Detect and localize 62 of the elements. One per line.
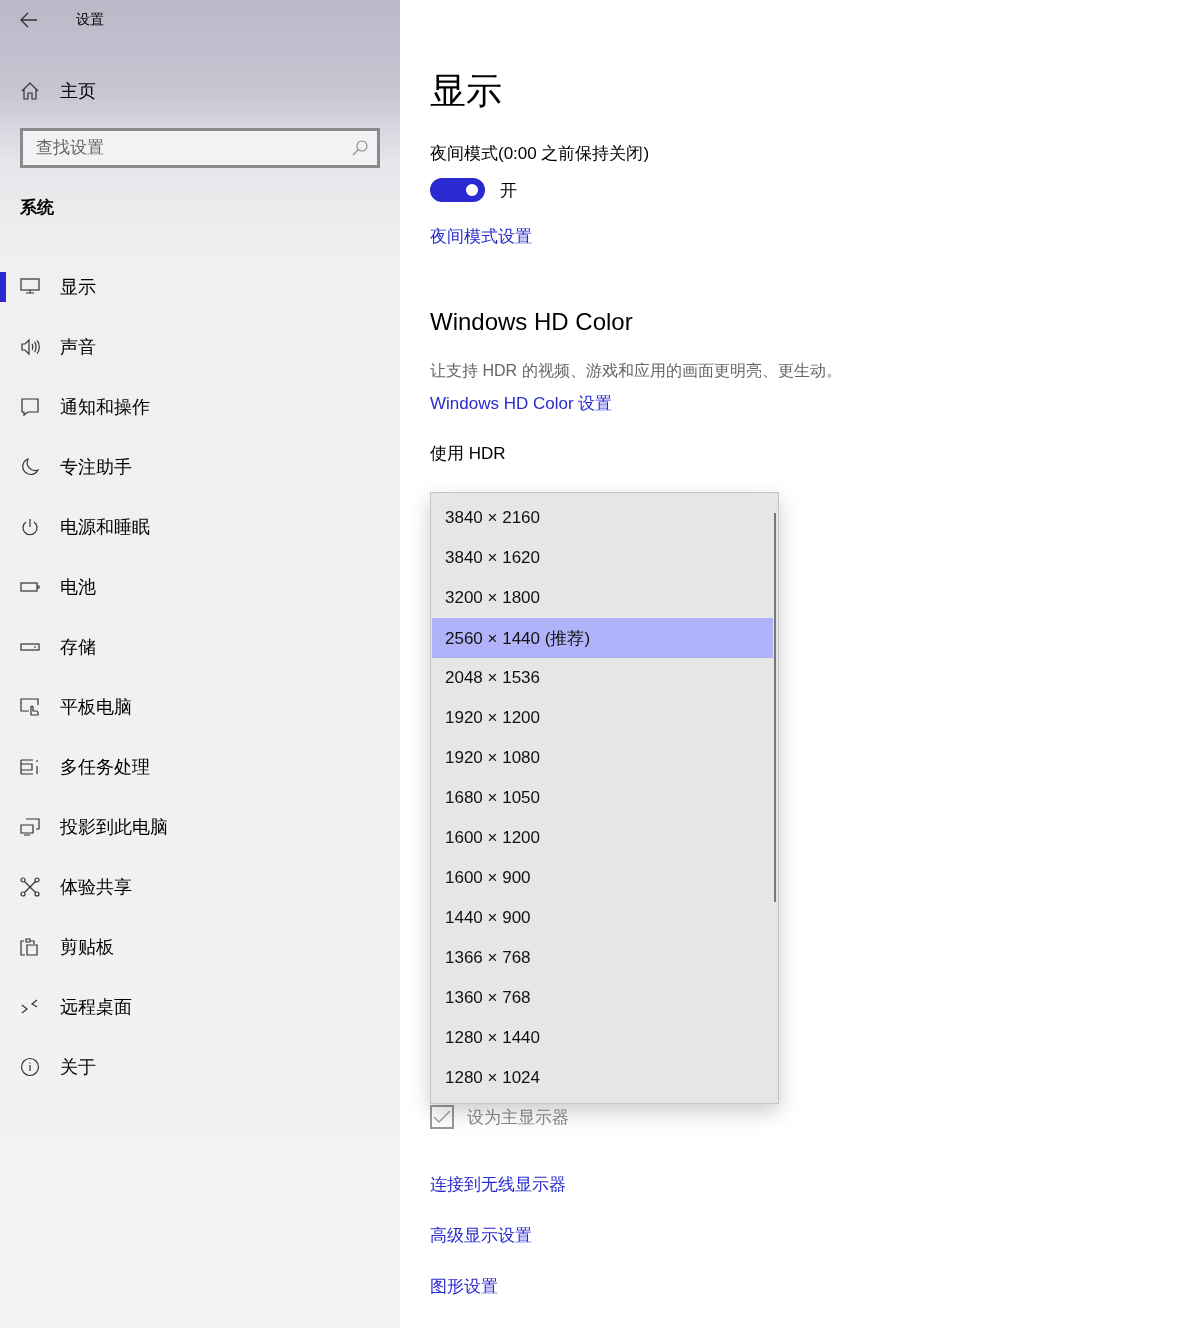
night-light-settings-link[interactable]: 夜间模式设置: [430, 225, 532, 248]
resolution-option[interactable]: 1600 × 1200: [432, 818, 773, 858]
settings-link[interactable]: 高级显示设置: [430, 1224, 532, 1247]
sidebar-item[interactable]: 显示: [0, 257, 400, 317]
checkbox-label: 设为主显示器: [467, 1106, 569, 1129]
hd-color-settings-link[interactable]: Windows HD Color 设置: [430, 392, 613, 415]
app-title: 设置: [76, 11, 104, 29]
sidebar-item[interactable]: 体验共享: [0, 857, 400, 917]
monitor-icon: [20, 277, 40, 297]
settings-link[interactable]: 连接到无线显示器: [430, 1173, 566, 1196]
night-light-label: 夜间模式(0:00 之前保持关闭): [430, 143, 650, 165]
section-heading: 系统: [20, 197, 54, 219]
moon-icon: [20, 457, 40, 477]
resolution-option[interactable]: 1280 × 1024: [432, 1058, 773, 1098]
clipboard-icon: [20, 937, 40, 957]
toggle-switch[interactable]: [430, 178, 485, 202]
power-icon: [20, 517, 40, 537]
resolution-option[interactable]: 3840 × 1620: [432, 538, 773, 578]
search-field[interactable]: 查找设置: [20, 128, 380, 168]
projector-icon: [20, 817, 40, 837]
sidebar-item[interactable]: 远程桌面: [0, 977, 400, 1037]
sidebar-item[interactable]: 投影到此电脑: [0, 797, 400, 857]
sidebar-item[interactable]: 声音: [0, 317, 400, 377]
resolution-option[interactable]: 1920 × 1080: [432, 738, 773, 778]
sidebar-item[interactable]: 电池: [0, 557, 400, 617]
scrollbar-thumb[interactable]: [774, 513, 776, 902]
share-icon: [20, 877, 40, 897]
tablet-icon: [20, 697, 40, 717]
toggle-state: 开: [500, 179, 517, 202]
sidebar-item[interactable]: 关于: [0, 1037, 400, 1097]
sidebar-item[interactable]: 剪贴板: [0, 917, 400, 977]
info-icon: [20, 1057, 40, 1077]
resolution-option[interactable]: 1600 × 900: [432, 858, 773, 898]
search-icon: [352, 140, 368, 156]
multitask-icon: [20, 757, 40, 777]
sidebar-item[interactable]: 专注助手: [0, 437, 400, 497]
sidebar-item[interactable]: 存储: [0, 617, 400, 677]
check-icon: [433, 1110, 451, 1124]
resolution-option[interactable]: 3840 × 2160: [432, 498, 773, 538]
hdr-label: 使用 HDR: [430, 443, 506, 465]
description-text: 让支持 HDR 的视频、游戏和应用的画面更明亮、更生动。: [430, 361, 842, 381]
resolution-option[interactable]: 1920 × 1200: [432, 698, 773, 738]
sidebar-item[interactable]: 电源和睡眠: [0, 497, 400, 557]
home-nav-item[interactable]: 主页: [0, 71, 400, 111]
resolution-option[interactable]: 1280 × 1440: [432, 1018, 773, 1058]
page-title: 显示: [430, 69, 502, 113]
resolution-option[interactable]: 1360 × 768: [432, 978, 773, 1018]
resolution-option[interactable]: 1680 × 1050: [432, 778, 773, 818]
resolution-option[interactable]: 3200 × 1800: [432, 578, 773, 618]
settings-link[interactable]: 图形设置: [430, 1275, 498, 1298]
back-arrow-icon[interactable]: [20, 12, 38, 28]
resolution-option[interactable]: 1440 × 900: [432, 898, 773, 938]
resolution-option[interactable]: 2560 × 1440 (推荐): [432, 618, 773, 658]
sidebar-item[interactable]: 多任务处理: [0, 737, 400, 797]
home-icon: [20, 81, 40, 101]
sidebar-item[interactable]: 平板电脑: [0, 677, 400, 737]
speaker-icon: [20, 337, 40, 357]
resolution-option[interactable]: 1366 × 768: [432, 938, 773, 978]
message-icon: [20, 397, 40, 417]
resolution-option[interactable]: 2048 × 1536: [432, 658, 773, 698]
section-heading: Windows HD Color: [430, 308, 633, 336]
sidebar-item[interactable]: 通知和操作: [0, 377, 400, 437]
